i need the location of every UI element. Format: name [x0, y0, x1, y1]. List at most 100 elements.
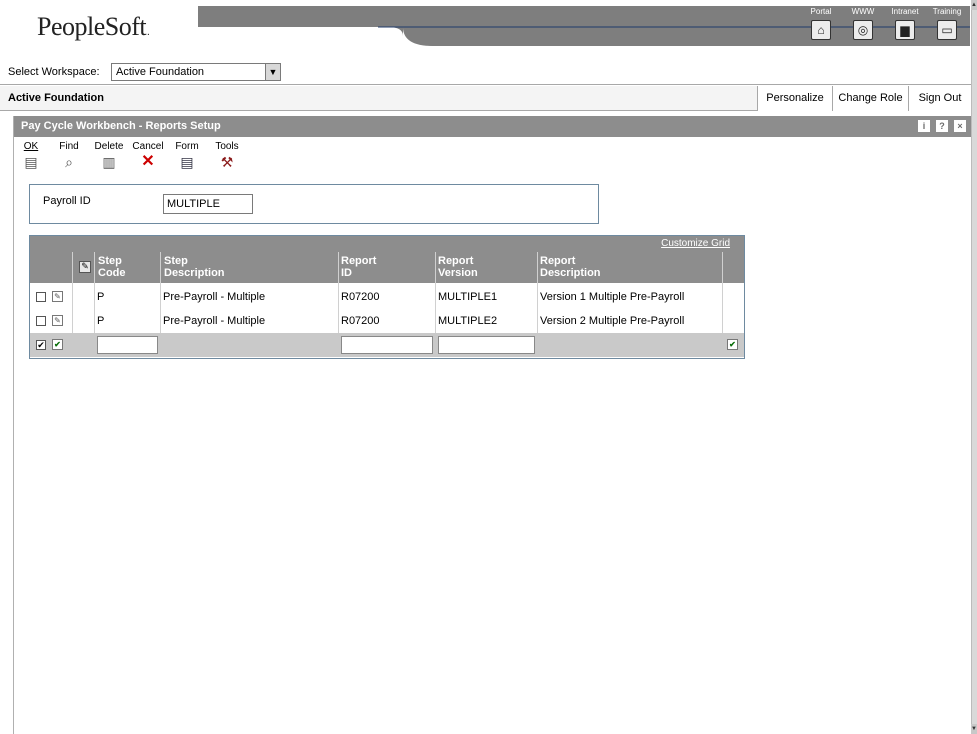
find-button[interactable]: Find ⌕ — [56, 141, 82, 171]
attachment-icon[interactable]: ✎ — [79, 261, 91, 273]
header-fields-box: Payroll ID MULTIPLE — [29, 184, 599, 224]
report-id-cell: R07200 — [341, 291, 380, 303]
book-icon: ▆ — [895, 20, 915, 40]
help-icon[interactable]: ? — [936, 120, 948, 132]
cancel-button[interactable]: Cancel ✕ — [130, 141, 166, 171]
reports-grid: Customize Grid ✎ Step Code Step Descript… — [29, 235, 745, 359]
customize-grid-link[interactable]: Customize Grid — [661, 238, 730, 249]
www-label: WWW — [851, 7, 875, 16]
scroll-down-arrow-icon[interactable]: ▼ — [971, 724, 977, 734]
column-header-report-version[interactable]: Report Version — [438, 255, 478, 279]
payroll-id-field[interactable]: MULTIPLE — [163, 194, 253, 214]
step-description-cell: Pre-Payroll - Multiple — [163, 291, 266, 303]
logo-mark: . — [147, 27, 150, 38]
form-menu-button[interactable]: Form ▤ — [172, 141, 202, 171]
personalize-button[interactable]: Personalize — [757, 86, 832, 111]
tools-icon: ⚒ — [220, 154, 234, 170]
logo-text: PeopleSoft — [37, 12, 147, 41]
ok-button[interactable]: OK ▤ — [22, 141, 40, 171]
globe-icon: ◎ — [853, 20, 873, 40]
training-link[interactable]: Training ▭ — [927, 6, 967, 40]
computer-icon: ▭ — [937, 20, 957, 40]
workspace-select-value: Active Foundation — [116, 66, 205, 78]
chevron-down-icon[interactable]: ▼ — [265, 64, 280, 80]
delete-label: Delete — [94, 141, 124, 152]
column-header-line: ID — [341, 267, 352, 279]
find-label: Find — [59, 141, 79, 152]
row-select-checkbox[interactable] — [36, 292, 46, 302]
column-header-step-description[interactable]: Step Description — [164, 255, 225, 279]
table-row[interactable]: ✎ P Pre-Payroll - Multiple R07200 MULTIP… — [30, 285, 744, 309]
www-link[interactable]: WWW ◎ — [843, 6, 883, 40]
column-header-line: Step — [98, 255, 122, 267]
report-description-cell: Version 2 Multiple Pre-Payroll — [540, 315, 685, 327]
column-header-report-description[interactable]: Report Description — [540, 255, 601, 279]
form-toolbar: OK ▤ Find ⌕ Delete ▥ Cancel ✕ Form ▤ Too… — [14, 137, 971, 175]
column-header-line: Report — [540, 255, 576, 267]
step-description-cell: Pre-Payroll - Multiple — [163, 315, 266, 327]
table-row[interactable]: ✎ P Pre-Payroll - Multiple R07200 MULTIP… — [30, 309, 744, 333]
info-icon[interactable]: i — [918, 120, 930, 132]
close-icon[interactable]: × — [954, 120, 966, 132]
column-header-step-code[interactable]: Step Code — [98, 255, 126, 279]
grid-top-bar: Customize Grid — [30, 236, 744, 252]
peoplesoft-logo: PeopleSoft. — [37, 12, 150, 42]
column-header-line: Code — [98, 267, 126, 279]
app-title: Active Foundation — [8, 92, 104, 104]
form-title-bar: Pay Cycle Workbench - Reports Setup i ? … — [14, 116, 971, 137]
save-icon: ▤ — [24, 154, 38, 170]
column-header-line: Description — [164, 267, 225, 279]
checkmark-icon[interactable]: ✔ — [52, 339, 63, 350]
entry-row-checkmark-icon[interactable]: ✔ — [727, 339, 738, 350]
column-header-line: Description — [540, 267, 601, 279]
workspace-label: Select Workspace: — [8, 66, 100, 78]
banner: PeopleSoft. Portal ⌂ WWW ◎ Intranet ▆ Tr… — [0, 0, 977, 56]
column-header-line: Version — [438, 267, 478, 279]
report-description-cell: Version 1 Multiple Pre-Payroll — [540, 291, 685, 303]
workspace-select[interactable]: Active Foundation ▼ — [111, 63, 281, 81]
step-code-cell: P — [97, 291, 105, 303]
payroll-id-label: Payroll ID — [43, 195, 91, 207]
cancel-label: Cancel — [132, 141, 164, 152]
column-header-line: Step — [164, 255, 188, 267]
vertical-scrollbar[interactable] — [971, 0, 977, 734]
step-code-cell: P — [97, 315, 105, 327]
app-bar: Active Foundation Personalize Change Rol… — [0, 86, 971, 111]
change-role-button[interactable]: Change Role — [832, 86, 908, 111]
row-select-checkbox[interactable] — [36, 316, 46, 326]
tools-label: Tools — [215, 141, 239, 152]
grid-entry-row: ✔ ✔ ✔ — [30, 333, 744, 357]
form-panel: Pay Cycle Workbench - Reports Setup i ? … — [13, 116, 971, 734]
row-edit-icon[interactable]: ✎ — [52, 315, 63, 326]
column-header-report-id[interactable]: Report ID — [341, 255, 376, 279]
report-version-cell: MULTIPLE1 — [438, 291, 498, 303]
scroll-up-arrow-icon[interactable]: ▲ — [971, 0, 977, 10]
report-version-cell: MULTIPLE2 — [438, 315, 498, 327]
report-version-input[interactable] — [438, 336, 535, 354]
portal-link[interactable]: Portal ⌂ — [801, 6, 841, 40]
home-icon: ⌂ — [811, 20, 831, 40]
form-title: Pay Cycle Workbench - Reports Setup — [21, 120, 221, 132]
grid-header: ✎ Step Code Step Description Report ID R… — [30, 252, 744, 283]
delete-button[interactable]: Delete ▥ — [92, 141, 126, 171]
trash-icon: ▥ — [102, 154, 116, 170]
intranet-link[interactable]: Intranet ▆ — [885, 6, 925, 40]
form-exit-icon: ▤ — [180, 154, 194, 170]
column-header-line: Report — [341, 255, 377, 267]
portal-links: Portal ⌂ WWW ◎ Intranet ▆ Training ▭ — [801, 6, 969, 48]
report-id-input[interactable] — [341, 336, 433, 354]
entry-row-checkbox-checked[interactable]: ✔ — [36, 340, 46, 350]
ok-label: OK — [23, 141, 39, 152]
intranet-label: Intranet — [891, 7, 919, 16]
sign-out-button[interactable]: Sign Out — [908, 86, 971, 111]
row-edit-icon[interactable]: ✎ — [52, 291, 63, 302]
find-icon: ⌕ — [65, 154, 73, 170]
cancel-x-icon: ✕ — [141, 153, 155, 170]
tools-menu-button[interactable]: Tools ⚒ — [212, 141, 242, 171]
form-label: Form — [175, 141, 199, 152]
step-code-input[interactable] — [97, 336, 158, 354]
workspace-row: Select Workspace: Active Foundation ▼ — [0, 61, 971, 85]
report-id-cell: R07200 — [341, 315, 380, 327]
portal-label: Portal — [810, 7, 832, 16]
training-label: Training — [932, 7, 962, 16]
